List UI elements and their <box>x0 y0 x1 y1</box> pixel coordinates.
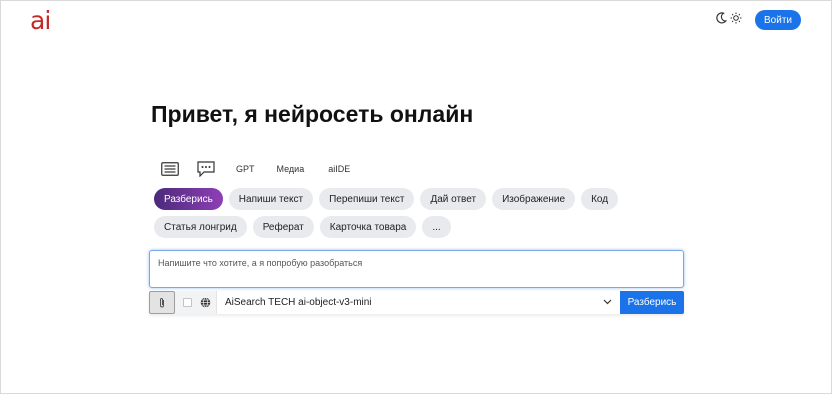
tab-gpt[interactable]: GPT <box>236 164 255 174</box>
prompt-box <box>149 250 684 288</box>
task-chips: Разберись Напиши текст Перепиши текст Да… <box>154 188 694 244</box>
list-icon[interactable] <box>160 162 180 176</box>
theme-switcher[interactable] <box>715 11 742 29</box>
model-select-value: AiSearch TECH ai-object-v3-mini <box>225 297 372 308</box>
chip-kod[interactable]: Код <box>581 188 619 210</box>
sun-icon[interactable] <box>730 11 742 29</box>
paperclip-icon[interactable] <box>149 291 175 314</box>
chip-row: Статья лонгрид Реферат Карточка товара .… <box>154 216 694 238</box>
chip-more[interactable]: ... <box>422 216 451 238</box>
composer-toolbar: AiSearch TECH ai-object-v3-mini Разберис… <box>149 291 684 314</box>
chip-razberis[interactable]: Разберись <box>154 188 223 210</box>
chip-row: Разберись Напиши текст Перепиши текст Да… <box>154 188 694 210</box>
chip-dai-otvet[interactable]: Дай ответ <box>420 188 487 210</box>
chip-kartochka-tovara[interactable]: Карточка товара <box>319 216 417 238</box>
logo[interactable]: ai <box>30 7 51 35</box>
mode-tabs: GPT Медиа aiIDE <box>160 159 350 179</box>
chip-perepishi-tekst[interactable]: Перепиши текст <box>319 188 415 210</box>
tab-media[interactable]: Медиа <box>277 164 305 174</box>
chat-icon[interactable] <box>196 161 216 177</box>
login-button[interactable]: Войти <box>755 10 801 30</box>
chip-izobrazhenie[interactable]: Изображение <box>492 188 576 210</box>
web-search-checkbox[interactable] <box>183 298 192 307</box>
prompt-input[interactable] <box>150 251 683 287</box>
globe-icon[interactable] <box>194 291 216 314</box>
chevron-down-icon <box>603 297 612 308</box>
moon-icon[interactable] <box>715 11 728 29</box>
chip-napishi-tekst[interactable]: Напиши текст <box>228 188 314 210</box>
chip-statya-longrid[interactable]: Статья лонгрид <box>154 216 247 238</box>
chip-referat[interactable]: Реферат <box>252 216 314 238</box>
tab-aiide[interactable]: aiIDE <box>328 164 350 174</box>
page-title: Привет, я нейросеть онлайн <box>151 101 474 127</box>
submit-button[interactable]: Разберись <box>620 291 684 314</box>
model-select[interactable]: AiSearch TECH ai-object-v3-mini <box>216 291 620 314</box>
